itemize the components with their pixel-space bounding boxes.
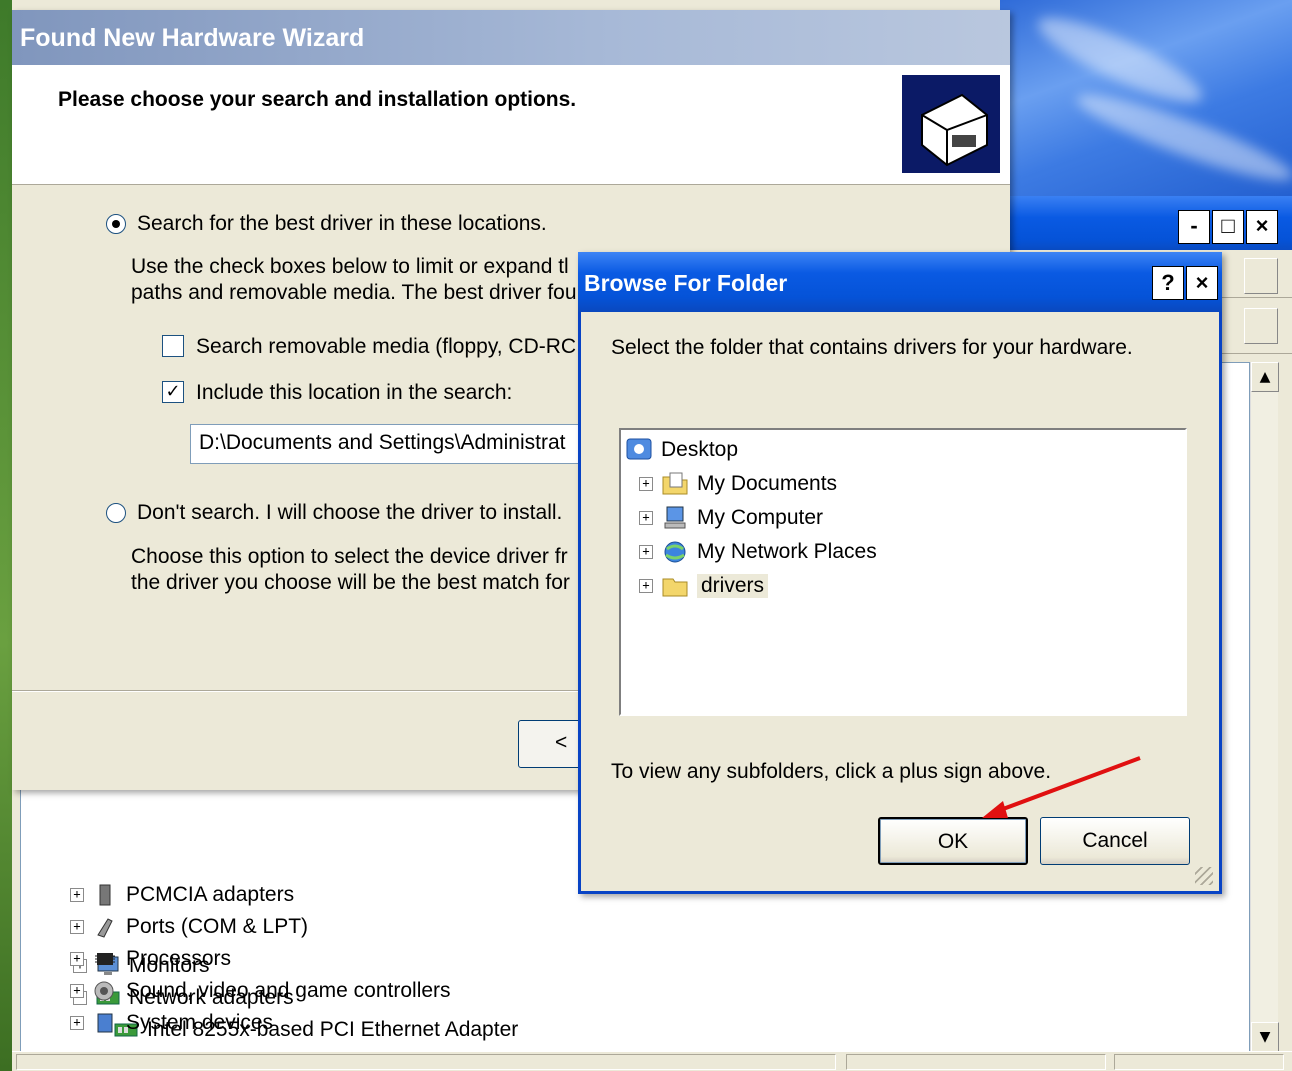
include-location-label: Include this location in the search: bbox=[196, 381, 513, 404]
my-documents-icon bbox=[662, 472, 688, 495]
tree-node-desktop[interactable]: Desktop bbox=[625, 434, 738, 466]
desktop-icon bbox=[626, 438, 652, 460]
expand-icon[interactable]: + bbox=[639, 579, 653, 593]
status-bar bbox=[12, 1051, 1292, 1071]
vertical-scrollbar[interactable]: ▲ ▼ bbox=[1250, 362, 1279, 1052]
folder-icon bbox=[662, 578, 688, 597]
scroll-down-button[interactable]: ▼ bbox=[1251, 1022, 1279, 1052]
tree-node-label: My Computer bbox=[697, 506, 824, 529]
close-button[interactable]: × bbox=[1246, 210, 1278, 244]
tree-node-drivers[interactable]: + drivers bbox=[639, 570, 769, 602]
monitor-icon bbox=[97, 956, 119, 975]
removable-media-label: Search removable media (floppy, CD-RC bbox=[196, 335, 577, 358]
option-search-desc: paths and removable media. The best driv… bbox=[131, 281, 577, 304]
resize-grip[interactable] bbox=[1195, 867, 1213, 885]
tree-item-label: Network adapters bbox=[129, 986, 294, 1009]
my-computer-icon bbox=[664, 506, 686, 529]
expand-icon[interactable]: + bbox=[639, 511, 653, 525]
dont-search-radio[interactable] bbox=[106, 503, 126, 523]
option-search-desc: Use the check boxes below to limit or ex… bbox=[131, 255, 569, 278]
tree-item-ethernet-adapter[interactable]: Intel 8255x-based PCI Ethernet Adapter bbox=[113, 1015, 518, 1045]
wizard-header bbox=[12, 65, 1010, 185]
option-dont-search-label: Don't search. I will choose the driver t… bbox=[137, 501, 563, 524]
hardware-wizard-icon bbox=[902, 75, 1000, 173]
tree-item-monitors[interactable]: + Monitors bbox=[73, 951, 210, 981]
minimize-button[interactable]: - bbox=[1178, 210, 1210, 244]
help-button[interactable]: ? bbox=[1152, 266, 1184, 300]
removable-media-checkbox[interactable] bbox=[162, 335, 184, 357]
browse-for-folder-dialog: Browse For Folder ? × Select the folder … bbox=[578, 252, 1222, 894]
cancel-button[interactable]: Cancel bbox=[1040, 817, 1190, 865]
close-button[interactable]: × bbox=[1186, 266, 1218, 300]
status-cell bbox=[16, 1054, 836, 1070]
wizard-heading: Please choose your search and installati… bbox=[58, 88, 577, 111]
tree-node-my-computer[interactable]: + My Computer bbox=[639, 502, 823, 534]
option-search-label: Search for the best driver in these loca… bbox=[137, 212, 547, 235]
include-location-checkbox[interactable]: ✓ bbox=[162, 381, 184, 403]
tree-node-label: Desktop bbox=[661, 438, 739, 461]
tree-node-label: My Documents bbox=[697, 472, 838, 495]
browse-titlebar: Browse For Folder ? × bbox=[578, 252, 1222, 312]
status-cell bbox=[1114, 1054, 1284, 1070]
option-dont-desc: the driver you choose will be the best m… bbox=[131, 571, 570, 594]
expand-icon[interactable]: + bbox=[73, 959, 87, 973]
expand-icon[interactable]: + bbox=[639, 477, 653, 491]
tree-node-my-documents[interactable]: + My Documents bbox=[639, 468, 837, 500]
status-cell bbox=[846, 1054, 1106, 1070]
tree-node-label: drivers bbox=[697, 574, 769, 598]
desktop-wallpaper-edge bbox=[0, 0, 12, 1071]
wizard-title: Found New Hardware Wizard bbox=[12, 10, 1010, 65]
tree-item-label: Monitors bbox=[129, 954, 210, 977]
network-adapter-icon bbox=[96, 991, 120, 1005]
network-places-icon bbox=[664, 541, 686, 563]
browse-hint: To view any subfolders, click a plus sig… bbox=[611, 760, 1052, 783]
ok-button[interactable]: OK bbox=[878, 817, 1028, 865]
maximize-button[interactable]: □ bbox=[1212, 210, 1244, 244]
desktop-wallpaper bbox=[1000, 0, 1292, 200]
menu-button[interactable] bbox=[1244, 258, 1278, 294]
collapse-icon[interactable]: − bbox=[73, 991, 87, 1005]
expand-icon[interactable]: + bbox=[639, 545, 653, 559]
search-radio[interactable] bbox=[106, 214, 126, 234]
browse-title: Browse For Folder bbox=[584, 270, 788, 296]
tree-item-network-adapters[interactable]: − Network adapters bbox=[73, 983, 294, 1013]
folder-tree[interactable]: Desktop + My Documents + My Computer + M… bbox=[619, 428, 1187, 716]
tree-node-label: My Network Places bbox=[697, 540, 877, 563]
toolbar-button[interactable] bbox=[1244, 308, 1278, 344]
scroll-up-button[interactable]: ▲ bbox=[1251, 362, 1279, 392]
network-adapter-icon bbox=[114, 1023, 138, 1037]
tree-node-my-network-places[interactable]: + My Network Places bbox=[639, 536, 877, 568]
tree-item-label: Intel 8255x-based PCI Ethernet Adapter bbox=[147, 1018, 519, 1041]
option-dont-desc: Choose this option to select the device … bbox=[131, 545, 568, 568]
browse-description: Select the folder that contains drivers … bbox=[611, 336, 1133, 359]
